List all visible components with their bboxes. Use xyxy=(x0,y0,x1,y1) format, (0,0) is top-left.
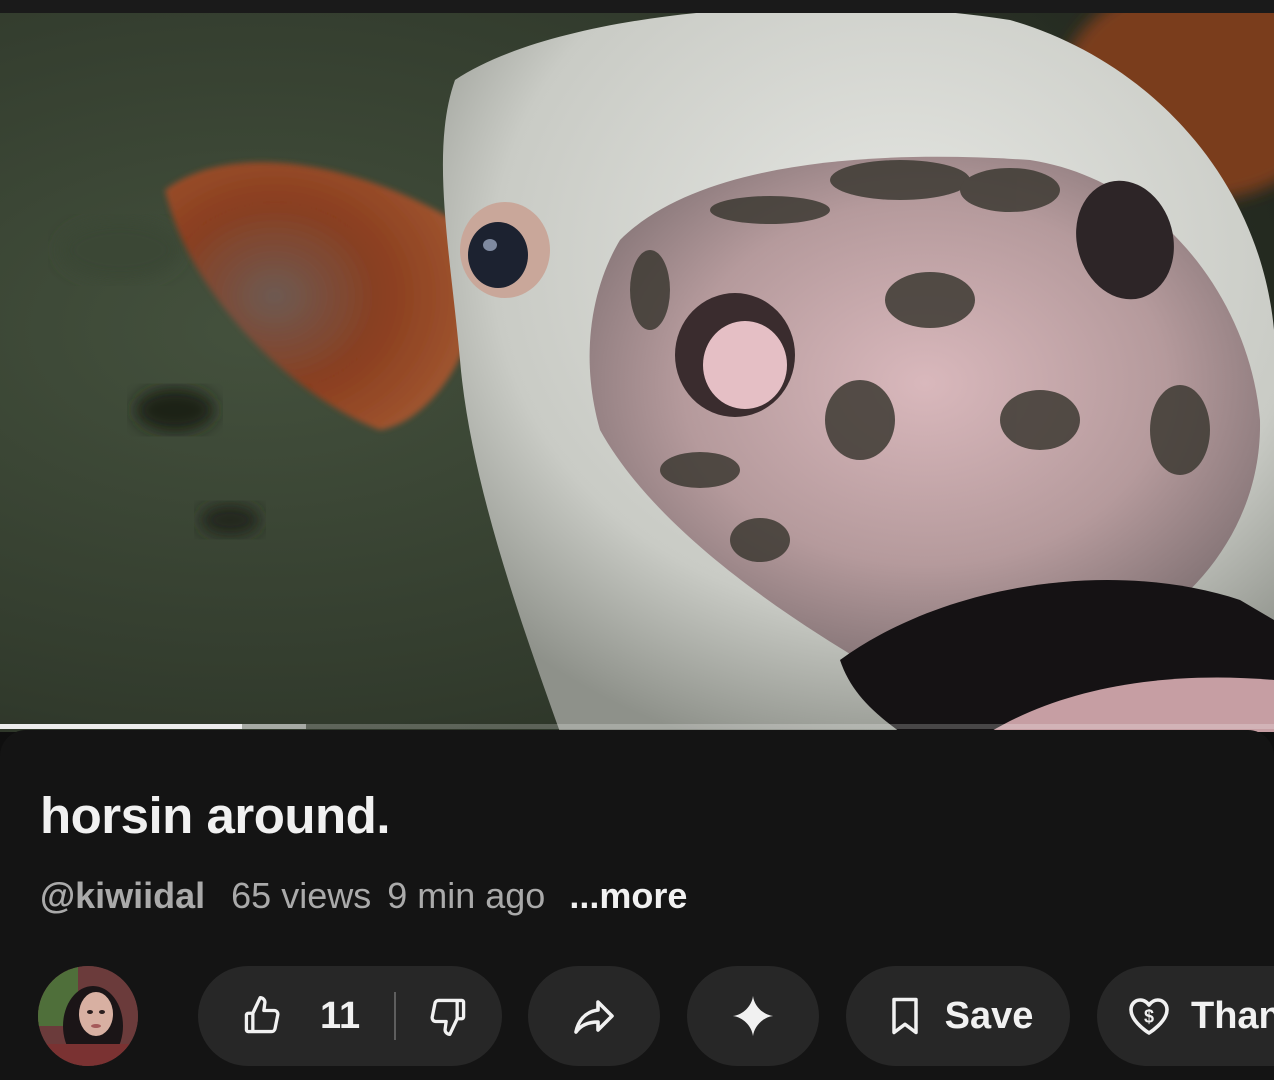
view-count: 65 views xyxy=(231,875,372,916)
player-top-bar xyxy=(0,0,1274,13)
thanks-label: Thanks xyxy=(1191,994,1274,1037)
like-button[interactable]: 11 xyxy=(198,966,360,1066)
video-info-panel: horsin around. @kiwiidal 65 views 9 min … xyxy=(0,730,1274,1080)
upload-age: 9 min ago xyxy=(387,875,546,916)
sparkle-icon xyxy=(732,995,774,1037)
heart-dollar-icon: $ xyxy=(1129,998,1169,1035)
share-arrow-icon xyxy=(574,1000,614,1034)
video-title: horsin around. xyxy=(40,787,391,844)
video-player[interactable] xyxy=(0,0,1274,732)
thumbs-down-icon xyxy=(430,998,466,1036)
video-metadata[interactable]: @kiwiidal 65 views 9 min ago ...more xyxy=(40,875,687,917)
like-divider xyxy=(394,992,397,1040)
thanks-button[interactable]: $ Thanks xyxy=(1097,966,1274,1066)
video-frame[interactable] xyxy=(0,0,1274,732)
progress-played xyxy=(0,724,243,729)
share-button[interactable] xyxy=(528,966,660,1066)
channel-avatar[interactable] xyxy=(38,966,138,1066)
channel-handle[interactable]: @kiwiidal xyxy=(40,875,205,917)
progress-bar[interactable] xyxy=(0,724,1274,729)
save-label: Save xyxy=(944,994,1034,1037)
svg-text:$: $ xyxy=(1144,1007,1154,1027)
dislike-button[interactable] xyxy=(426,966,470,1066)
like-dislike-group: 11 xyxy=(198,966,502,1066)
ask-ai-button[interactable] xyxy=(687,966,819,1066)
more-button[interactable]: ...more xyxy=(569,875,687,917)
bookmark-icon xyxy=(891,997,918,1035)
save-button[interactable]: Save xyxy=(846,966,1070,1066)
like-count: 11 xyxy=(320,994,361,1037)
thumbs-up-icon xyxy=(244,996,280,1034)
avatar-image xyxy=(38,966,138,1066)
video-watch-page: horsin around. @kiwiidal 65 views 9 min … xyxy=(0,0,1274,1080)
